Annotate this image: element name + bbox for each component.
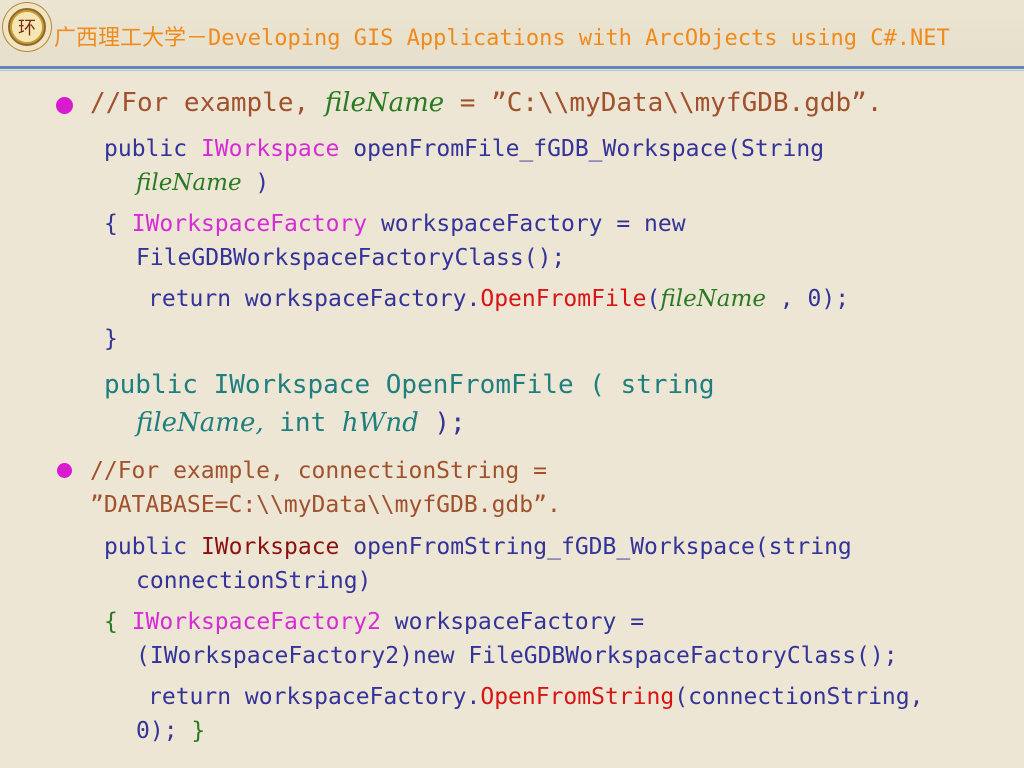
comment-equals: = — [444, 88, 492, 118]
comment-prefix: //For example, — [90, 88, 310, 118]
bullet-icon — [56, 97, 73, 114]
comment-path: ”C:\\myData\\myfGDB.gdb”. — [491, 88, 883, 118]
fn1-line-6: } — [104, 326, 118, 352]
openfromfile-signature-line-2: fileName, int hWnd ); — [136, 408, 466, 438]
signature-param-filename: fileName, — [136, 408, 264, 438]
fn2-line-2: connectionString) — [136, 568, 371, 594]
type-iworkspace: IWorkspace — [200, 534, 340, 560]
signature-text: public IWorkspace OpenFromFile ( string — [104, 370, 715, 400]
openfromfile-signature-line-1: public IWorkspace OpenFromFile ( string — [104, 370, 714, 400]
args-end: 0); — [136, 718, 192, 744]
open-brace: { — [104, 211, 132, 237]
fn1-line-2: fileName ) — [136, 170, 269, 196]
return-statement: return workspaceFactory. — [148, 684, 481, 710]
fn2-line-6: 0); } — [136, 718, 205, 744]
factory-declaration: workspaceFactory = new — [367, 211, 686, 237]
comment-variable: fileName — [324, 88, 445, 118]
factory-declaration: workspaceFactory = — [380, 609, 645, 635]
comment-2-text: //For example, connectionString = — [90, 458, 547, 484]
factory-class: FileGDBWorkspaceFactoryClass(); — [136, 245, 566, 271]
fn1-line-5: return workspaceFactory.OpenFromFile(fil… — [148, 286, 849, 312]
signature-param-hwnd: hWnd — [341, 408, 419, 438]
fn1-signature: openFromFile_fGDB_Workspace(String — [339, 136, 825, 162]
paren-open: ( — [646, 286, 661, 312]
keyword-public: public — [104, 534, 201, 560]
return-statement: return workspaceFactory. — [148, 286, 481, 312]
fn2-line-3: { IWorkspaceFactory2 workspaceFactory = — [104, 609, 644, 635]
args-connectionstring: (connectionString, — [674, 684, 924, 710]
close-brace: } — [104, 326, 118, 352]
bullet-icon — [57, 463, 72, 478]
type-iworkspacefactory2: IWorkspaceFactory2 — [131, 609, 381, 635]
example-comment-2-line-2: ”DATABASE=C:\\myData\\myfGDB.gdb”. — [90, 492, 561, 518]
factory-cast: (IWorkspaceFactory2)new FileGDBWorkspace… — [136, 643, 898, 669]
signature-close: ); — [418, 408, 466, 438]
fn2-line-1: public IWorkspace openFromString_fGDB_Wo… — [104, 534, 852, 560]
arg-filename: fileName — [660, 286, 766, 312]
fn2-line-4: (IWorkspaceFactory2)new FileGDBWorkspace… — [136, 643, 898, 669]
university-logo: 环 — [2, 2, 52, 52]
fn2-signature: openFromString_fGDB_Workspace(string — [339, 534, 852, 560]
fn2-line-5: return workspaceFactory.OpenFromString(c… — [148, 684, 923, 710]
fn1-line-3: { IWorkspaceFactory workspaceFactory = n… — [104, 211, 686, 237]
close-brace: } — [191, 718, 206, 744]
param-connectionstring: connectionString) — [136, 568, 372, 594]
paren-close: ) — [241, 170, 270, 196]
comment-2-path: ”DATABASE=C:\\myData\\myfGDB.gdb”. — [90, 492, 561, 518]
open-brace: { — [104, 609, 132, 635]
slide-title: 广西理工大学－Developing GIS Applications with … — [54, 26, 950, 51]
example-comment-2-line-1: //For example, connectionString = — [90, 458, 547, 484]
signature-int: int — [263, 408, 342, 438]
args-rest: , 0); — [765, 286, 850, 312]
header-divider-thin — [0, 70, 1024, 71]
method-openfromstring: OpenFromString — [480, 684, 675, 710]
logo-character: 环 — [18, 18, 36, 39]
keyword-public: public — [104, 136, 201, 162]
param-filename: fileName — [136, 170, 242, 196]
type-iworkspace: IWorkspace — [200, 136, 340, 162]
type-iworkspacefactory: IWorkspaceFactory — [131, 211, 368, 237]
fn1-line-1: public IWorkspace openFromFile_fGDB_Work… — [104, 136, 824, 162]
fn1-line-4: FileGDBWorkspaceFactoryClass(); — [136, 245, 565, 271]
header-divider — [0, 66, 1024, 69]
example-comment-1: //For example, fileName = ”C:\\myData\\m… — [90, 88, 882, 118]
method-openfromfile: OpenFromFile — [480, 286, 647, 312]
slide-header: 环 广西理工大学－Developing GIS Applications wit… — [0, 0, 1024, 66]
